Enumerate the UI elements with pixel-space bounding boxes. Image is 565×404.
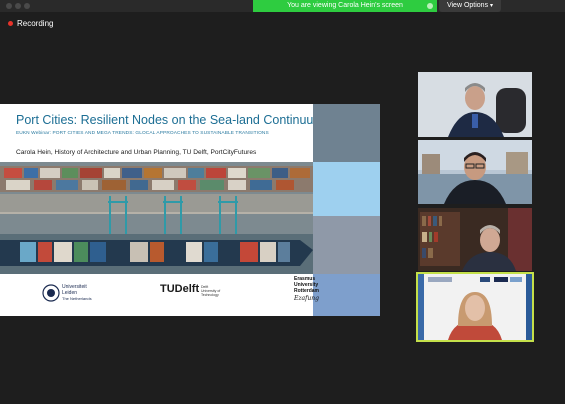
shared-slide: Port Cities: Resilient Nodes on the Sea-… [0,104,380,316]
participant-video-4-active-speaker[interactable] [416,272,534,342]
close-window-icon[interactable] [6,3,12,9]
erasmus-line3: Rotterdam [294,288,320,294]
erasmus-logo: Erasmus University Rotterdam Ezafung [294,276,319,302]
minimize-window-icon[interactable] [15,3,21,9]
participant-video-3[interactable] [418,208,532,271]
slide-side-block [313,274,380,316]
slide-title: Port Cities: Resilient Nodes on the Sea-… [16,113,324,127]
leiden-line3: The Netherlands [62,296,92,301]
chevron-down-icon: ▾ [490,3,494,9]
share-indicator-icon [427,3,433,9]
recording-indicator[interactable]: Recording [8,19,53,28]
view-options-label: View Options [446,2,489,9]
participant-video-1[interactable] [418,72,532,137]
slide-author: Carola Hein, History of Architecture and… [16,149,257,156]
recording-dot-icon [8,21,13,26]
tudelft-sub3: Technology [201,293,219,297]
slide-logos: Universiteit Leiden The Netherlands TUDe… [0,274,319,316]
tudelft-logo: TUDelft [160,283,200,295]
participant-video-2[interactable] [418,140,532,204]
leiden-seal-icon [42,284,60,302]
erasmus-signature: Ezafung [294,295,319,302]
screen-share-banner-text: You are viewing Carola Hein's screen [287,2,403,9]
maximize-window-icon[interactable] [24,3,30,9]
slide-subtitle: EUKN Webinar: PORT CITIES AND MEGA TREND… [16,131,269,136]
view-options-button[interactable]: View Options ▾ [439,0,501,12]
slide-side-block [313,104,380,162]
slide-side-block [313,162,380,216]
port-aerial-photo [0,162,313,274]
tudelft-subtext: Delft University of Technology [201,285,220,297]
screen-share-banner: You are viewing Carola Hein's screen [253,0,437,12]
recording-label: Recording [17,19,54,28]
leiden-logo: Universiteit Leiden The Netherlands [62,284,92,302]
slide-side-block [313,216,380,274]
